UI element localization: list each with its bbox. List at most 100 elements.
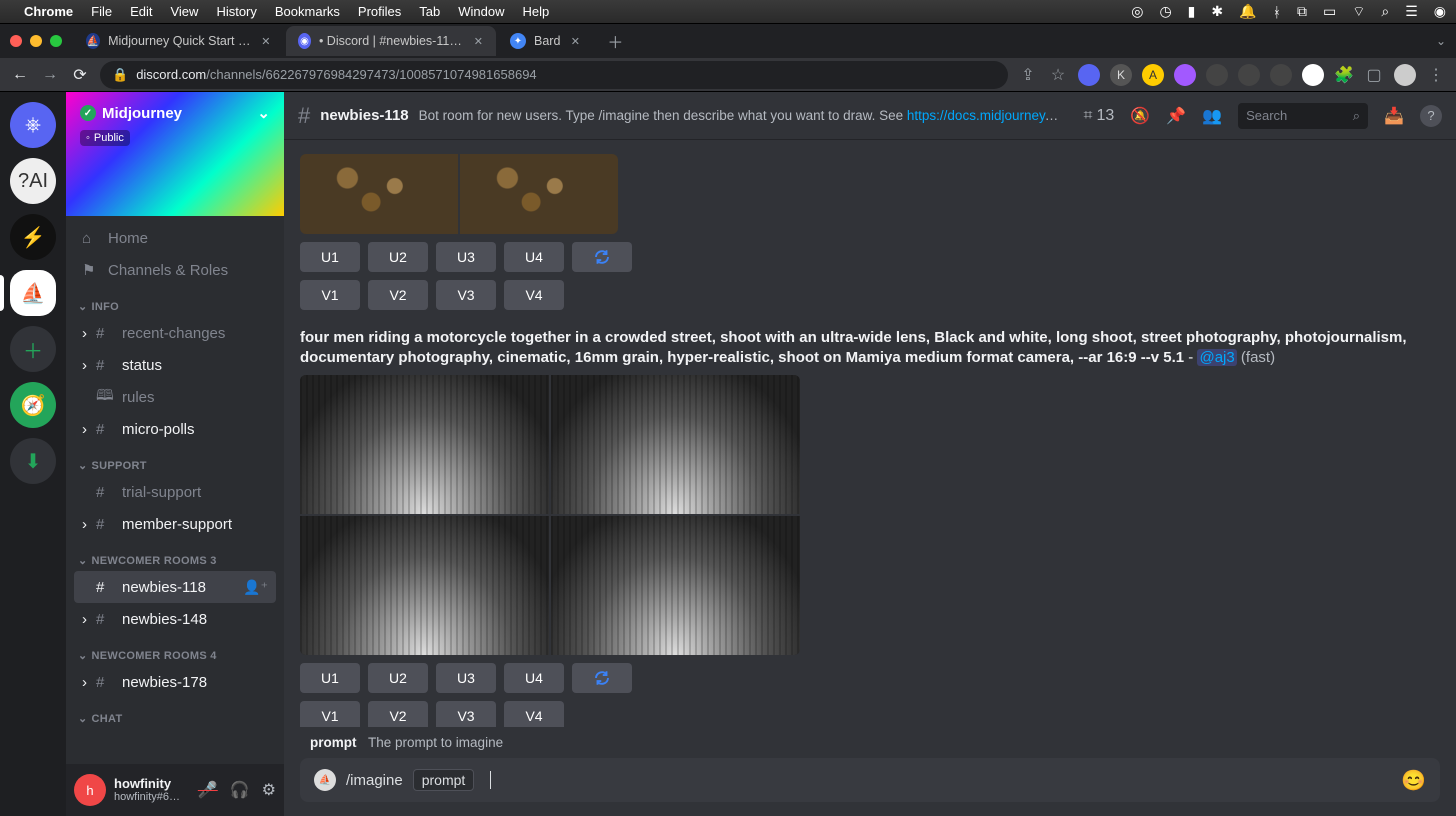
bookmark-icon[interactable]: ☆ [1048, 65, 1068, 85]
menu-profiles[interactable]: Profiles [358, 4, 401, 19]
extension-icon[interactable] [1206, 64, 1228, 86]
tab-midjourney-docs[interactable]: ⛵ Midjourney Quick Start Guide ✕ [74, 26, 284, 56]
topic-link[interactable]: https://docs.midjourney.com/ [907, 108, 1059, 123]
image-tile[interactable] [300, 154, 458, 234]
window-controls[interactable] [10, 35, 62, 47]
u4-button[interactable]: U4 [504, 242, 564, 272]
attach-button[interactable]: ⛵ [314, 769, 336, 791]
u1-button[interactable]: U1 [300, 242, 360, 272]
extension-icon[interactable]: A [1142, 64, 1164, 86]
active-app[interactable]: Chrome [24, 4, 73, 19]
help-icon[interactable]: ? [1420, 105, 1442, 127]
v4-button[interactable]: V4 [504, 280, 564, 310]
clock-icon[interactable]: ◷ [1159, 3, 1171, 20]
menu-file[interactable]: File [91, 4, 112, 19]
v4-button[interactable]: V4 [504, 701, 564, 728]
category-info[interactable]: ⌄INFO [74, 286, 276, 317]
u2-button[interactable]: U2 [368, 663, 428, 693]
status-icon[interactable]: ✱ [1211, 3, 1223, 20]
extension-icon[interactable] [1078, 64, 1100, 86]
add-server-button[interactable]: ＋ [10, 326, 56, 372]
u4-button[interactable]: U4 [504, 663, 564, 693]
pinned-icon[interactable]: 📌 [1166, 106, 1186, 126]
menu-help[interactable]: Help [523, 4, 550, 19]
new-tab-button[interactable]: ＋ [602, 28, 628, 54]
server-discord-home[interactable]: ⎈ [10, 102, 56, 148]
v3-button[interactable]: V3 [436, 701, 496, 728]
user-avatar[interactable]: h [74, 774, 106, 806]
profile-avatar-icon[interactable] [1302, 64, 1324, 86]
tab-bard[interactable]: ✦ Bard ✕ [498, 26, 594, 56]
menu-window[interactable]: Window [458, 4, 504, 19]
close-window[interactable] [10, 35, 22, 47]
control-center-icon[interactable]: ☰ [1405, 3, 1418, 20]
settings-icon[interactable]: ⚙ [262, 780, 276, 800]
image-tile[interactable] [300, 375, 549, 514]
category-chat[interactable]: ⌄CHAT [74, 698, 276, 729]
server-header[interactable]: ✓ Midjourney ⌄ [80, 104, 270, 122]
u3-button[interactable]: U3 [436, 242, 496, 272]
channel-status[interactable]: ›#status [74, 349, 276, 381]
address-bar[interactable]: 🔒 discord.com/channels/66226797698429747… [100, 61, 1008, 89]
close-icon[interactable]: ✕ [260, 34, 272, 48]
extensions-puzzle-icon[interactable]: 🧩 [1334, 65, 1354, 85]
minimize-window[interactable] [30, 35, 42, 47]
inbox-icon[interactable]: 📥 [1384, 106, 1404, 126]
nav-channels-roles[interactable]: ⚑Channels & Roles [74, 254, 276, 286]
close-icon[interactable]: ✕ [568, 34, 582, 48]
message-composer[interactable]: ⛵ /imagine prompt 😊 [300, 758, 1440, 802]
v2-button[interactable]: V2 [368, 701, 428, 728]
category-newcomer-3[interactable]: ⌄NEWCOMER ROOMS 3 [74, 540, 276, 571]
sidepanel-icon[interactable]: ▢ [1364, 65, 1384, 85]
command-param-chip[interactable]: prompt [413, 769, 475, 791]
v1-button[interactable]: V1 [300, 701, 360, 728]
status-icon[interactable]: ▮ [1188, 3, 1196, 20]
menu-view[interactable]: View [170, 4, 198, 19]
battery-icon[interactable]: ▭ [1323, 3, 1336, 20]
command-hint[interactable]: prompt The prompt to imagine [300, 727, 1440, 758]
extension-icon[interactable]: K [1110, 64, 1132, 86]
menu-bookmarks[interactable]: Bookmarks [275, 4, 340, 19]
v2-button[interactable]: V2 [368, 280, 428, 310]
download-apps-button[interactable]: ⬇ [10, 438, 56, 484]
reroll-button[interactable] [572, 663, 632, 693]
extension-icon[interactable] [1270, 64, 1292, 86]
siri-icon[interactable]: ◉ [1434, 3, 1446, 20]
channel-rules[interactable]: 🕮rules [74, 381, 276, 413]
explore-servers-button[interactable]: 🧭 [10, 382, 56, 428]
extension-icon[interactable] [1174, 64, 1196, 86]
menu-history[interactable]: History [216, 4, 256, 19]
channel-trial-support[interactable]: #trial-support [74, 476, 276, 508]
menu-tab[interactable]: Tab [419, 4, 440, 19]
category-support[interactable]: ⌄SUPPORT [74, 445, 276, 476]
reroll-button[interactable] [572, 242, 632, 272]
search-input[interactable]: Search⌕ [1238, 103, 1368, 129]
members-icon[interactable]: 👥 [1202, 106, 1222, 126]
message-list[interactable]: U1 U2 U3 U4 V1 V2 V3 V4 four men riding … [284, 140, 1456, 727]
server-midjourney[interactable]: ⛵ [10, 270, 56, 316]
server-item[interactable]: ⚡ [10, 214, 56, 260]
u1-button[interactable]: U1 [300, 663, 360, 693]
reload-button[interactable]: ⟳ [70, 65, 90, 85]
bluetooth-icon[interactable]: ᚼ [1273, 4, 1281, 20]
generated-image-grid[interactable] [300, 154, 618, 234]
nav-home[interactable]: ⌂Home [74, 222, 276, 254]
user-mention[interactable]: @aj3 [1197, 349, 1236, 366]
image-tile[interactable] [460, 154, 618, 234]
tab-discord[interactable]: ◉ • Discord | #newbies-118 | Mid… ✕ [286, 26, 496, 56]
close-icon[interactable]: ✕ [473, 34, 484, 48]
back-button[interactable]: ← [10, 65, 30, 85]
image-tile[interactable] [551, 516, 800, 655]
maximize-window[interactable] [50, 35, 62, 47]
screen-mirror-icon[interactable]: ⧉ [1297, 3, 1307, 20]
invite-icon[interactable]: 👤⁺ [243, 579, 268, 596]
notification-icon[interactable]: 🔔 [1239, 3, 1256, 20]
channel-topic[interactable]: Bot room for new users. Type /imagine th… [419, 108, 1059, 123]
search-icon[interactable]: ⌕ [1381, 3, 1389, 20]
channel-recent-changes[interactable]: ›#recent-changes [74, 317, 276, 349]
channel-micro-polls[interactable]: ›#micro-polls [74, 413, 276, 445]
chrome-menu-icon[interactable]: ⋮ [1426, 65, 1446, 85]
u3-button[interactable]: U3 [436, 663, 496, 693]
extension-icon[interactable] [1238, 64, 1260, 86]
emoji-button[interactable]: 😊 [1401, 768, 1426, 793]
